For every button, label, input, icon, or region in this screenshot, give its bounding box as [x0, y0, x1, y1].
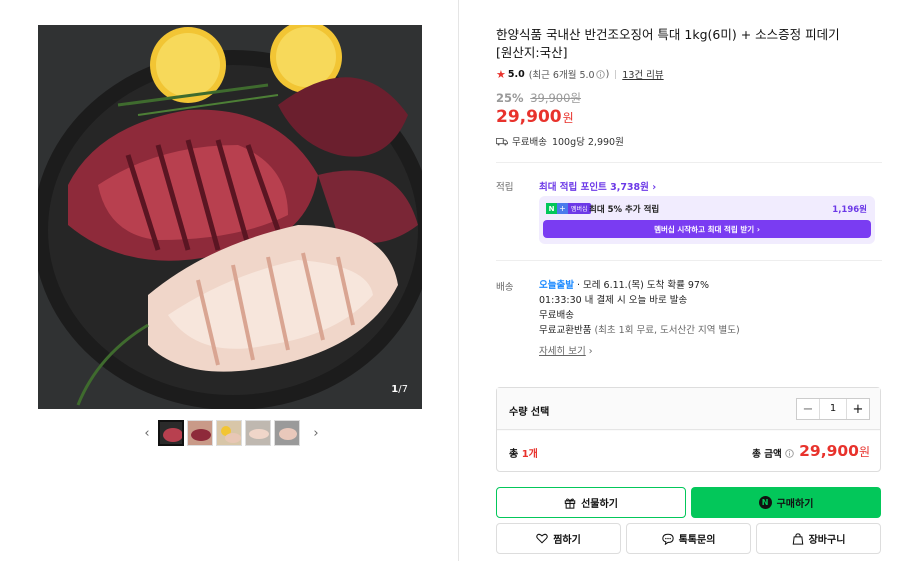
membership-points-amount: 1,196원 [832, 205, 867, 215]
today-dispatch-badge: 오늘출발 [539, 280, 574, 291]
truck-icon [496, 137, 508, 146]
rating-row: ★ 5.0 (최근 6개월 5.0 ) 13건 리뷰 [496, 67, 664, 82]
free-shipping: 무료배송 [539, 310, 574, 321]
detail-label: 자세히 보기 [539, 346, 586, 357]
quantity-minus-button[interactable]: − [797, 399, 819, 419]
divider [615, 69, 617, 79]
info-icon[interactable] [785, 449, 794, 458]
rating-note: (최근 6개월 5.0 [528, 70, 595, 81]
unit-price: 100g당 2,990원 [551, 137, 624, 148]
total-price-unit: 원 [858, 445, 870, 459]
quantity-stepper: − 1 + [796, 398, 870, 420]
divider [496, 260, 882, 261]
delivery-info: 오늘출발 · 모레 6.11.(목) 도착 확률 97% 01:33:30 내 … [539, 278, 740, 338]
gift-button[interactable]: 선물하기 [496, 487, 686, 518]
free-return: 무료교환반품 [539, 325, 592, 336]
total-row: 총 1개 총 금액 29,900원 [497, 431, 880, 471]
delivery-detail-link[interactable]: 자세히 보기 › [539, 343, 593, 357]
delivery-eta: · 모레 6.11.(목) 도착 확률 97% [573, 280, 709, 291]
points-label: 적립 [496, 182, 514, 193]
max-points-link[interactable]: 최대 적립 포인트 3,738원 › [539, 179, 656, 193]
total-amount-label: 총 금액 [752, 446, 794, 460]
product-title: 한양식품 국내산 반건조오징어 특대 1kg(6미) + 소스증정 피데기 [원… [496, 26, 882, 62]
delivery-eta-row: 오늘출발 · 모레 6.11.(목) 도착 확률 97% [539, 278, 740, 293]
product-gallery: 1/7 ‹ › [0, 0, 459, 561]
plus-icon: + [557, 203, 568, 214]
total-label-text: 총 금액 [752, 449, 782, 460]
total-price-value: 29,900 [799, 442, 859, 460]
thumbnail-1[interactable] [158, 420, 184, 446]
wishlist-button[interactable]: 찜하기 [496, 523, 621, 554]
chevron-right-icon: › [585, 346, 593, 357]
total-count-value: 1개 [521, 449, 538, 460]
discount-row: 25% 39,900원 [496, 90, 581, 106]
cart-button[interactable]: 장바구니 [756, 523, 881, 554]
thumbnail-list [158, 420, 303, 446]
shipping-text: 무료배송 [512, 137, 547, 148]
naver-n-icon: N [546, 203, 557, 214]
grilled-squid-image [38, 25, 422, 409]
thumbnail-strip: ‹ › [140, 420, 330, 446]
free-return-note: (최초 1회 무료, 도서산간 지역 별도) [591, 325, 740, 336]
start-membership-button[interactable]: 멤버십 시작하고 최대 적립 받기 › [543, 220, 871, 238]
original-price: 39,900원 [530, 91, 582, 105]
buy-label: 구매하기 [776, 499, 814, 510]
delivery-label: 배송 [496, 282, 514, 293]
quantity-plus-button[interactable]: + [847, 399, 869, 419]
product-title-line2: [원산지:국산] [496, 45, 568, 60]
thumbnail-5[interactable] [274, 420, 300, 446]
quantity-input[interactable]: 1 [819, 399, 847, 419]
info-icon[interactable] [595, 69, 605, 79]
thumbnail-4[interactable] [245, 420, 271, 446]
thumbnail-next-arrow[interactable]: › [309, 426, 323, 441]
talktalk-inquiry-button[interactable]: 톡톡문의 [626, 523, 751, 554]
rating-note-close: ) [605, 68, 610, 80]
total-count: 총 1개 [509, 445, 538, 460]
membership-extra-points: 최대 5% 추가 적립 [589, 205, 660, 215]
price-unit: 원 [562, 111, 574, 125]
free-return-row: 무료교환반품 (최초 1회 무료, 도서산간 지역 별도) [539, 323, 740, 338]
sale-price: 29,900원 [496, 107, 574, 127]
buy-now-button[interactable]: N 구매하기 [691, 487, 881, 518]
discount-rate: 25% [496, 91, 524, 105]
membership-points-box: N + 멤버십 최대 5% 추가 적립 1,196원 멤버십 시작하고 최대 적… [539, 196, 875, 244]
quantity-row: 수량 선택 − 1 + [497, 388, 880, 430]
chat-bubble-icon [661, 533, 674, 545]
rating-score: 5.0 [507, 68, 525, 80]
image-counter: 1/7 [391, 384, 408, 395]
membership-badge: N + 멤버십 [546, 203, 591, 214]
divider [496, 162, 882, 163]
thumbnail-2[interactable] [187, 420, 213, 446]
naver-pay-icon: N [758, 496, 772, 509]
shipping-row: 무료배송 100g당 2,990원 [496, 134, 624, 148]
total-prefix: 총 [509, 449, 522, 460]
product-title-line1: 한양식품 국내산 반건조오징어 특대 1kg(6미) + 소스증정 피데기 [496, 27, 840, 42]
wish-label: 찜하기 [553, 535, 581, 546]
thumbnail-prev-arrow[interactable]: ‹ [140, 426, 154, 441]
heart-icon [536, 533, 548, 544]
price-value: 29,900 [496, 107, 562, 127]
dispatch-deadline: 01:33:30 내 결제 시 오늘 바로 발송 [539, 295, 688, 306]
shopping-bag-icon [792, 532, 803, 545]
review-count-link[interactable]: 13건 리뷰 [622, 67, 663, 81]
membership-tag: 멤버십 [568, 203, 591, 214]
main-product-image[interactable]: 1/7 [38, 25, 422, 409]
cart-label: 장바구니 [808, 535, 846, 546]
talk-label: 톡톡문의 [678, 535, 716, 546]
quantity-label: 수량 선택 [509, 407, 550, 418]
gift-label: 선물하기 [581, 499, 618, 510]
quantity-panel: 수량 선택 − 1 + 총 1개 총 금액 29,900원 [496, 387, 881, 472]
gift-icon [564, 497, 576, 509]
star-icon: ★ [496, 67, 506, 81]
thumbnail-3[interactable] [216, 420, 242, 446]
total-price: 29,900원 [799, 441, 870, 460]
